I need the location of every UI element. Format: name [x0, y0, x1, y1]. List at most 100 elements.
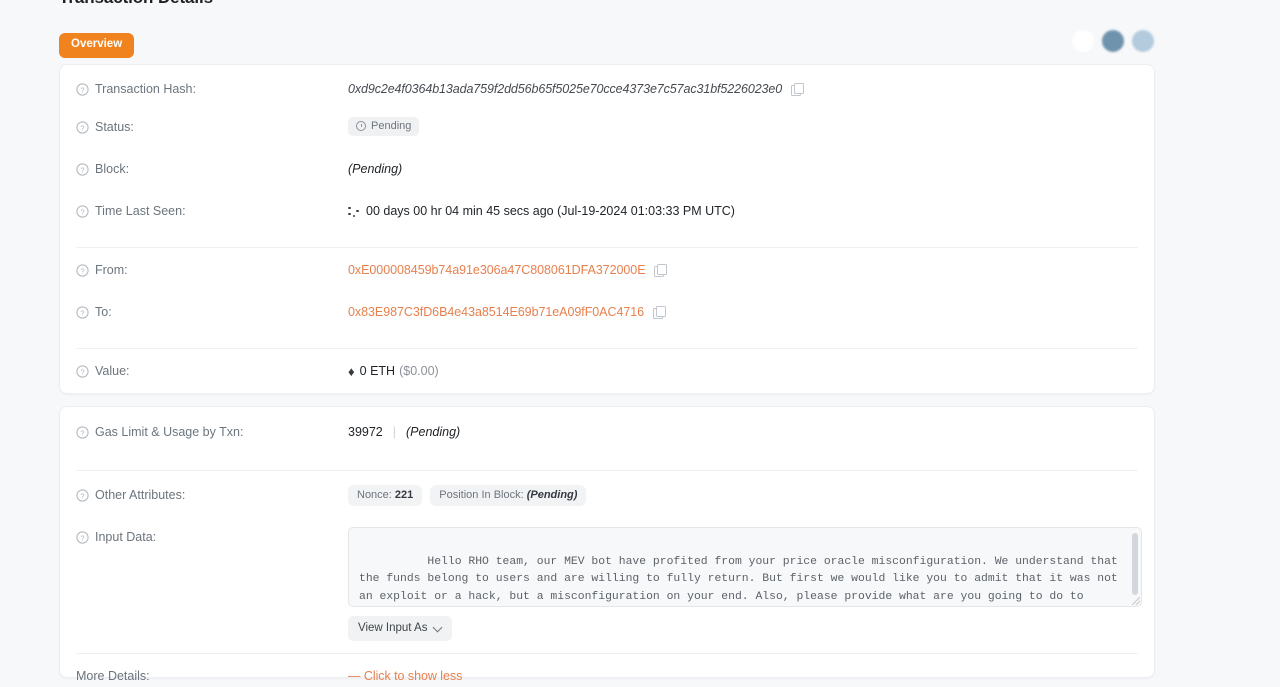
help-icon[interactable]: ?: [76, 489, 89, 502]
value-other-attributes: Nonce: 221 Position In Block: (Pending): [348, 485, 1138, 506]
badge-position-in-block: Position In Block: (Pending): [430, 485, 587, 506]
view-input-as-label: View Input As: [358, 622, 428, 634]
ethereum-icon: ♦: [348, 363, 355, 379]
transaction-details-page: Transaction Details Overview ? Transacti…: [0, 0, 1280, 687]
status-badge: Pending: [348, 117, 420, 136]
help-icon[interactable]: ?: [76, 163, 89, 176]
label-text: More Details:: [76, 669, 150, 683]
divider: [76, 470, 1138, 471]
to-address-link[interactable]: 0x83E987C3fD6B4e43a8514E69b71eA09fF0AC47…: [348, 305, 644, 319]
label-text: Time Last Seen:: [95, 204, 186, 218]
spinner-icon: [348, 205, 360, 218]
corner-decoration: [1072, 30, 1154, 52]
svg-text:?: ?: [80, 207, 84, 216]
badge-nonce-label: Nonce:: [357, 489, 392, 501]
label-time-last-seen: ? Time Last Seen:: [76, 201, 348, 218]
help-icon[interactable]: ?: [76, 426, 89, 439]
value-time-last-seen: 00 days 00 hr 04 min 45 secs ago (Jul-19…: [348, 201, 1138, 218]
label-gas-limit: ? Gas Limit & Usage by Txn:: [76, 422, 348, 439]
label-text: To:: [95, 305, 112, 319]
label-more-details: More Details:: [76, 666, 348, 683]
label-status: ? Status:: [76, 117, 348, 134]
svg-text:?: ?: [80, 491, 84, 500]
clock-icon: [356, 121, 366, 131]
badge-nonce-value: 221: [394, 489, 414, 501]
svg-text:?: ?: [80, 165, 84, 174]
view-input-as-button[interactable]: View Input As: [348, 616, 453, 641]
label-text: Status:: [95, 120, 134, 134]
help-icon[interactable]: ?: [76, 83, 89, 96]
tab-bar: Overview: [59, 33, 135, 58]
copy-icon[interactable]: [653, 306, 667, 319]
help-icon[interactable]: ?: [76, 531, 89, 544]
tab-overview[interactable]: Overview: [59, 33, 135, 58]
copy-icon[interactable]: [654, 264, 668, 277]
svg-text:?: ?: [80, 533, 84, 542]
divider: [76, 247, 1138, 248]
help-icon[interactable]: ?: [76, 306, 89, 319]
label-text: Value:: [95, 364, 130, 378]
badge-position-label: Position In Block:: [439, 489, 524, 501]
svg-text:?: ?: [80, 85, 84, 94]
row-gas-limit: ? Gas Limit & Usage by Txn: 39972 | (Pen…: [60, 422, 1154, 452]
value-more-details: — Click to show less: [348, 666, 1138, 683]
scrollbar-thumb[interactable]: [1132, 533, 1138, 595]
label-transaction-hash: ? Transaction Hash:: [76, 79, 348, 96]
decor-circle-1: [1072, 30, 1094, 52]
row-to: ? To: 0x83E987C3fD6B4e43a8514E69b71eA09f…: [60, 302, 1154, 332]
label-other-attributes: ? Other Attributes:: [76, 485, 348, 502]
gas-limit-value: 39972: [348, 425, 383, 439]
label-text: Input Data:: [95, 530, 157, 544]
value-from: 0xE000008459b74a91e306a47C808061DFA37200…: [348, 260, 1138, 277]
label-text: Transaction Hash:: [95, 82, 196, 96]
row-status: ? Status: Pending: [60, 117, 1154, 147]
value-eth: 0 ETH: [359, 364, 396, 378]
copy-icon[interactable]: [791, 83, 805, 96]
time-last-seen-text: 00 days 00 hr 04 min 45 secs ago (Jul-19…: [366, 204, 735, 218]
decor-circle-3: [1132, 30, 1154, 52]
separator: |: [392, 425, 397, 439]
row-value: ? Value: ♦ 0 ETH ($0.00): [60, 361, 1154, 391]
label-text: From:: [95, 263, 128, 277]
value-transaction-hash: 0xd9c2e4f0364b13ada759f2dd56b65f5025e70c…: [348, 79, 1138, 96]
row-input-data: ? Input Data: Hello RHO team, our MEV bo…: [60, 527, 1154, 641]
transaction-hash-text: 0xd9c2e4f0364b13ada759f2dd56b65f5025e70c…: [348, 82, 783, 96]
value-to: 0x83E987C3fD6B4e43a8514E69b71eA09fF0AC47…: [348, 302, 1138, 319]
label-block: ? Block:: [76, 159, 348, 176]
input-data-textarea[interactable]: Hello RHO team, our MEV bot have profite…: [348, 527, 1142, 607]
row-other-attributes: ? Other Attributes: Nonce: 221 Position …: [60, 485, 1154, 515]
label-input-data: ? Input Data:: [76, 527, 348, 544]
label-to: ? To:: [76, 302, 348, 319]
svg-text:?: ?: [80, 308, 84, 317]
help-icon[interactable]: ?: [76, 121, 89, 134]
value-input-data: Hello RHO team, our MEV bot have profite…: [348, 527, 1142, 641]
row-block: ? Block: (Pending): [60, 159, 1154, 189]
row-time-last-seen: ? Time Last Seen: 00 days 00 hr 04 min 4…: [60, 201, 1154, 231]
page-title: Transaction Details: [59, 0, 213, 8]
block-value: (Pending): [348, 162, 403, 176]
divider: [76, 653, 1138, 654]
value-status: Pending: [348, 117, 1138, 136]
additional-details-card: ? Gas Limit & Usage by Txn: 39972 | (Pen…: [59, 406, 1155, 683]
overview-card: ? Transaction Hash: 0xd9c2e4f0364b13ada7…: [59, 64, 1155, 462]
badge-nonce: Nonce: 221: [348, 485, 423, 506]
help-icon[interactable]: ?: [76, 264, 89, 277]
svg-text:?: ?: [80, 266, 84, 275]
help-icon[interactable]: ?: [76, 365, 89, 378]
value-block: (Pending): [348, 159, 1138, 176]
svg-text:?: ?: [80, 428, 84, 437]
value-gas-limit: 39972 | (Pending): [348, 422, 1138, 439]
attribute-badges: Nonce: 221 Position In Block: (Pending): [348, 485, 587, 506]
help-icon[interactable]: ?: [76, 205, 89, 218]
from-address-link[interactable]: 0xE000008459b74a91e306a47C808061DFA37200…: [348, 263, 646, 277]
svg-text:?: ?: [80, 123, 84, 132]
label-text: Block:: [95, 162, 130, 176]
resize-handle[interactable]: [1132, 597, 1140, 605]
status-badge-label: Pending: [371, 120, 412, 132]
svg-text:?: ?: [80, 367, 84, 376]
show-less-toggle[interactable]: — Click to show less: [348, 669, 462, 683]
value-fiat: ($0.00): [399, 364, 439, 378]
label-value: ? Value:: [76, 361, 348, 378]
row-from: ? From: 0xE000008459b74a91e306a47C808061…: [60, 260, 1154, 290]
label-from: ? From:: [76, 260, 348, 277]
